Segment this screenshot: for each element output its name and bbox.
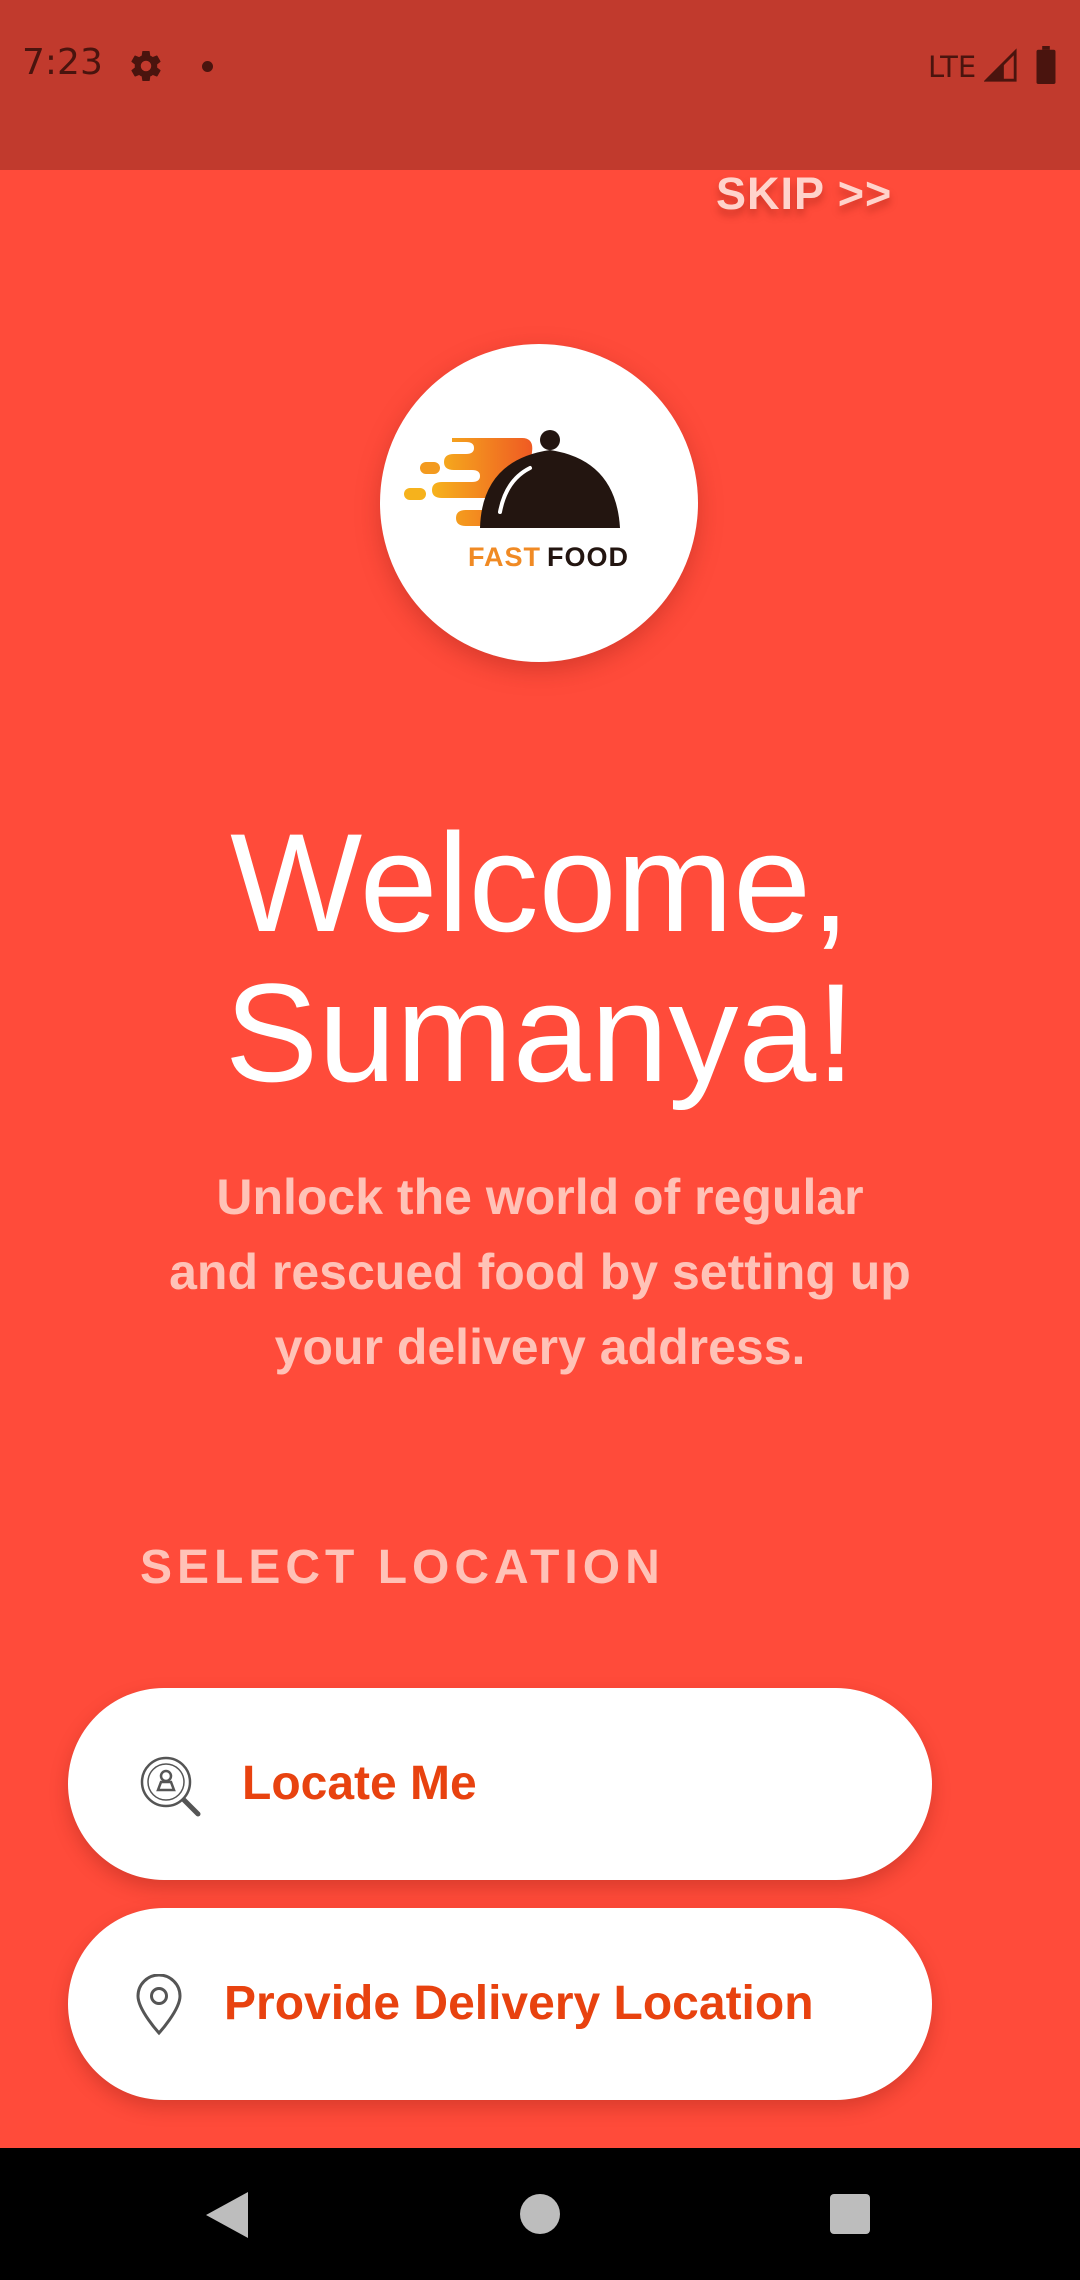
welcome-line-2: Sumanya!	[224, 954, 856, 1111]
welcome-subtitle: Unlock the world of regular and rescued …	[120, 1160, 960, 1385]
status-bar: 7:23 LTE	[0, 0, 1080, 170]
welcome-line-1: Welcome,	[230, 804, 850, 961]
welcome-heading: Welcome, Sumanya!	[0, 808, 1080, 1108]
delivery-location-label: Provide Delivery Location	[224, 1977, 814, 2030]
logo-text-fast: FAST	[468, 542, 542, 572]
back-icon[interactable]	[204, 2190, 250, 2240]
gear-icon	[131, 51, 161, 82]
select-location-label: SELECT LOCATION	[140, 1541, 665, 1594]
logo-text-food: FOOD	[547, 542, 630, 572]
subtitle-line-1: Unlock the world of regular	[216, 1169, 864, 1225]
signal-icon	[984, 48, 1017, 82]
notification-dot-icon	[202, 61, 213, 72]
locate-me-label: Locate Me	[242, 1757, 477, 1810]
subtitle-line-2: and rescued food by setting up	[169, 1244, 911, 1300]
provide-delivery-location-button[interactable]: Provide Delivery Location	[68, 1908, 932, 2100]
network-type: LTE	[928, 50, 977, 84]
navigation-bar	[0, 2148, 1080, 2280]
recents-icon[interactable]	[830, 2194, 870, 2234]
home-icon[interactable]	[520, 2194, 560, 2234]
skip-button[interactable]: SKIP >>	[716, 168, 892, 220]
battery-icon	[1036, 46, 1056, 84]
map-pin-icon	[136, 1974, 182, 2036]
locate-search-icon	[140, 1756, 201, 1817]
app-logo: FAST FOOD	[380, 344, 698, 662]
logo-text: FAST FOOD	[468, 542, 629, 573]
locate-me-button[interactable]: Locate Me	[68, 1688, 932, 1880]
status-time: 7:23	[22, 42, 103, 83]
subtitle-line-3: your delivery address.	[274, 1319, 806, 1375]
screen: 7:23 LTE SKIP >> FAST FOOD Welcome, Suma…	[0, 0, 1080, 2280]
